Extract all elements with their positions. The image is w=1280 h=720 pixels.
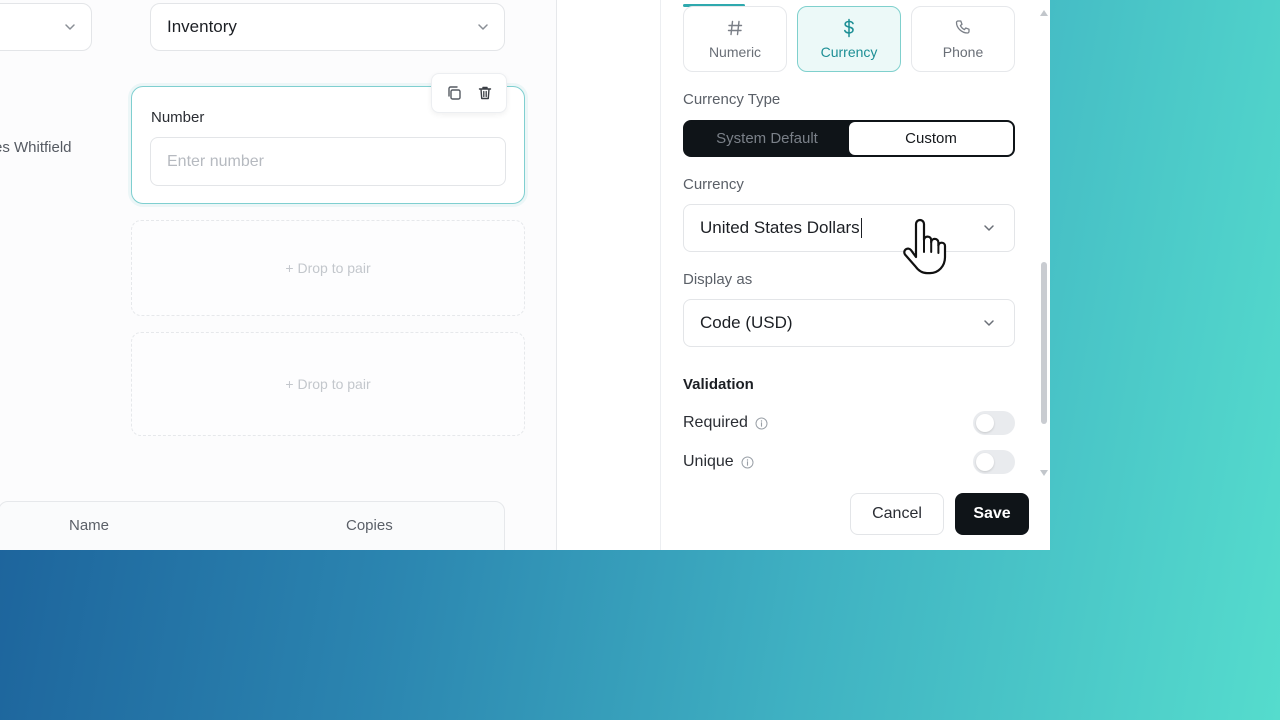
save-button[interactable]: Save <box>955 493 1029 535</box>
hash-icon <box>726 18 744 38</box>
currency-type-custom[interactable]: Custom <box>849 122 1013 155</box>
field-settings-panel: Numeric Currency Phone Currency Type Sys… <box>662 0 1050 550</box>
unique-toggle[interactable] <box>973 450 1015 474</box>
number-input[interactable]: Enter number <box>150 137 506 186</box>
drop-zone[interactable]: + Drop to pair <box>131 332 525 436</box>
field-type-phone[interactable]: Phone <box>911 6 1015 72</box>
panel-scrollbar[interactable] <box>1039 4 1049 476</box>
toggle-knob <box>976 453 994 471</box>
unique-label: Unique <box>683 453 734 470</box>
display-as-select-value: Code (USD) <box>700 313 793 332</box>
field-type-label: Numeric <box>708 44 762 60</box>
validation-unique-row: Unique <box>683 449 1015 475</box>
text-caret <box>860 218 862 238</box>
display-as-select[interactable]: Code (USD) <box>683 299 1015 347</box>
field-type-currency[interactable]: Currency <box>797 6 901 72</box>
hand-pointer-cursor-icon <box>900 218 950 278</box>
display-as-label: Display as <box>683 271 753 288</box>
category-select-value: Inventory <box>167 17 237 36</box>
table-header: Name Copies <box>0 501 505 550</box>
chevron-down-icon <box>982 316 996 330</box>
phone-icon <box>954 18 972 38</box>
app-window: Inventory es Whitfield Number Enter numb… <box>0 0 1050 550</box>
number-field-label: Number <box>151 109 205 126</box>
currency-type-label: Currency Type <box>683 91 781 108</box>
owner-name-text: es Whitfield <box>0 139 72 156</box>
currency-select[interactable]: United States Dollars <box>683 204 1015 252</box>
required-label: Required <box>683 414 748 431</box>
currency-select-value: United States Dollars <box>700 218 860 237</box>
toggle-knob <box>976 414 994 432</box>
field-card-actions <box>431 73 507 113</box>
dollar-icon <box>840 18 858 38</box>
required-toggle[interactable] <box>973 411 1015 435</box>
validation-title: Validation <box>683 376 754 393</box>
trash-icon[interactable] <box>475 83 495 103</box>
validation-required-row: Required <box>683 410 1015 436</box>
chevron-down-icon <box>982 221 996 235</box>
scrollbar-thumb[interactable] <box>1041 262 1047 424</box>
field-type-label: Phone <box>942 44 984 60</box>
field-type-label: Currency <box>820 44 878 60</box>
column-header-copies[interactable]: Copies <box>346 517 393 534</box>
number-input-placeholder: Enter number <box>167 152 264 170</box>
currency-type-toggle: System Default Custom <box>683 120 1015 157</box>
chevron-down-icon <box>476 20 490 34</box>
field-type-numeric[interactable]: Numeric <box>683 6 787 72</box>
column-header-name[interactable]: Name <box>69 517 109 534</box>
form-canvas: Inventory es Whitfield Number Enter numb… <box>0 0 557 550</box>
panel-gutter <box>558 0 661 550</box>
cancel-button[interactable]: Cancel <box>850 493 944 535</box>
top-select[interactable] <box>0 3 92 51</box>
scroll-up-arrow-icon[interactable] <box>1040 10 1048 16</box>
drop-zone[interactable]: + Drop to pair <box>131 220 525 316</box>
category-select[interactable]: Inventory <box>150 3 505 51</box>
currency-type-system-default[interactable]: System Default <box>685 122 849 155</box>
scroll-down-arrow-icon[interactable] <box>1040 470 1048 476</box>
duplicate-icon[interactable] <box>444 83 464 103</box>
info-icon[interactable] <box>755 417 768 430</box>
info-icon[interactable] <box>741 456 754 469</box>
currency-label: Currency <box>683 176 744 193</box>
drop-zone-label: + Drop to pair <box>285 376 371 392</box>
drop-zone-label: + Drop to pair <box>285 260 371 276</box>
chevron-down-icon <box>63 20 77 34</box>
